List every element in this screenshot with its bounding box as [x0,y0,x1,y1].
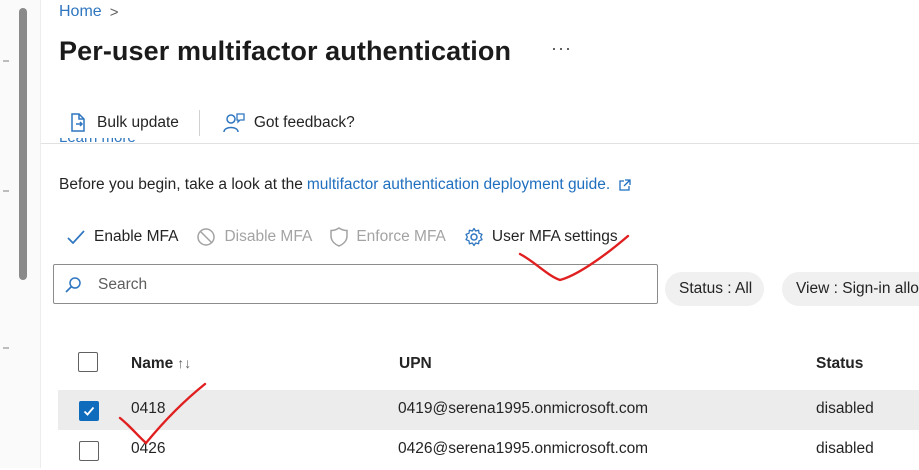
name-header-label: Name [131,355,174,372]
column-header-upn[interactable]: UPN [399,355,432,373]
got-feedback-label: Got feedback? [253,114,355,131]
page-title: Per-user multifactor authentication [59,36,512,66]
cell-status: disabled [816,400,874,417]
row-checkbox-checked[interactable] [79,401,99,421]
cell-status: disabled [816,440,874,457]
checkmark-icon [67,230,85,245]
enable-mfa-label: Enable MFA [94,228,179,245]
deployment-guide-link[interactable]: multifactor authentication deployment gu… [307,176,610,194]
vertical-scrollbar-thumb[interactable] [19,8,27,280]
sort-arrows-icon[interactable]: ↑↓ [177,355,191,371]
command-separator [198,110,200,136]
intro-text: Before you begin, take a look at the mul… [59,176,631,194]
rail-tick [3,347,9,349]
header-divider [41,143,919,144]
bulk-update-button[interactable]: Bulk update [59,112,187,134]
cell-name: 0418 [131,400,166,417]
cell-upn: 0426@serena1995.onmicrosoft.com [398,440,649,457]
checkmark-icon [83,406,95,416]
search-input[interactable] [96,273,640,297]
got-feedback-button[interactable]: Got feedback? [214,112,363,134]
cell-upn: 0419@serena1995.onmicrosoft.com [398,400,649,417]
left-rail [0,0,41,468]
open-external-icon[interactable] [618,178,631,192]
column-header-name[interactable]: Name ↑↓ [131,355,191,373]
document-arrow-icon [71,113,85,132]
select-all-checkbox[interactable] [78,352,98,372]
row-checkbox[interactable] [79,441,99,461]
gear-icon [465,227,483,247]
disable-mfa-label: Disable MFA [224,228,313,245]
breadcrumb: Home > [59,3,118,21]
table-header: Name ↑↓ UPN Status [41,342,919,384]
table-row[interactable]: 0418 0419@serena1995.onmicrosoft.com dis… [58,390,919,430]
learn-more-link[interactable]: Learn more [59,138,136,146]
breadcrumb-home-link[interactable]: Home [59,3,102,21]
rail-tick [3,60,9,62]
cell-name: 0426 [131,440,166,457]
enable-mfa-button[interactable]: Enable MFA [66,228,178,246]
mfa-toolbar: Enable MFA Disable MFA Enforce MFA User … [66,224,636,250]
intro-sentence: Before you begin, take a look at the [59,176,303,193]
status-filter-pill[interactable]: Status : All [665,272,764,306]
search-box[interactable] [53,264,658,304]
user-mfa-settings-button[interactable]: User MFA settings [464,227,618,247]
shield-icon [330,227,349,247]
learn-more-label: Learn more [59,138,136,146]
enforce-mfa-label: Enforce MFA [356,228,446,245]
disable-mfa-button[interactable]: Disable MFA [196,227,312,247]
person-feedback-icon [223,113,245,133]
enforce-mfa-button[interactable]: Enforce MFA [330,227,446,247]
more-options-button[interactable]: ··· [551,38,572,59]
table-row[interactable]: 0426 0426@serena1995.onmicrosoft.com dis… [58,430,919,470]
prohibited-icon [197,228,216,246]
chevron-right-icon: > [109,3,119,21]
rail-tick [3,190,9,192]
view-filter-pill[interactable]: View : Sign-in allo [782,272,919,306]
bulk-update-label: Bulk update [97,114,179,131]
column-header-status[interactable]: Status [816,355,863,373]
command-bar: Bulk update Got feedback? [59,106,363,140]
user-mfa-settings-label: User MFA settings [491,228,618,245]
search-icon [65,277,81,293]
